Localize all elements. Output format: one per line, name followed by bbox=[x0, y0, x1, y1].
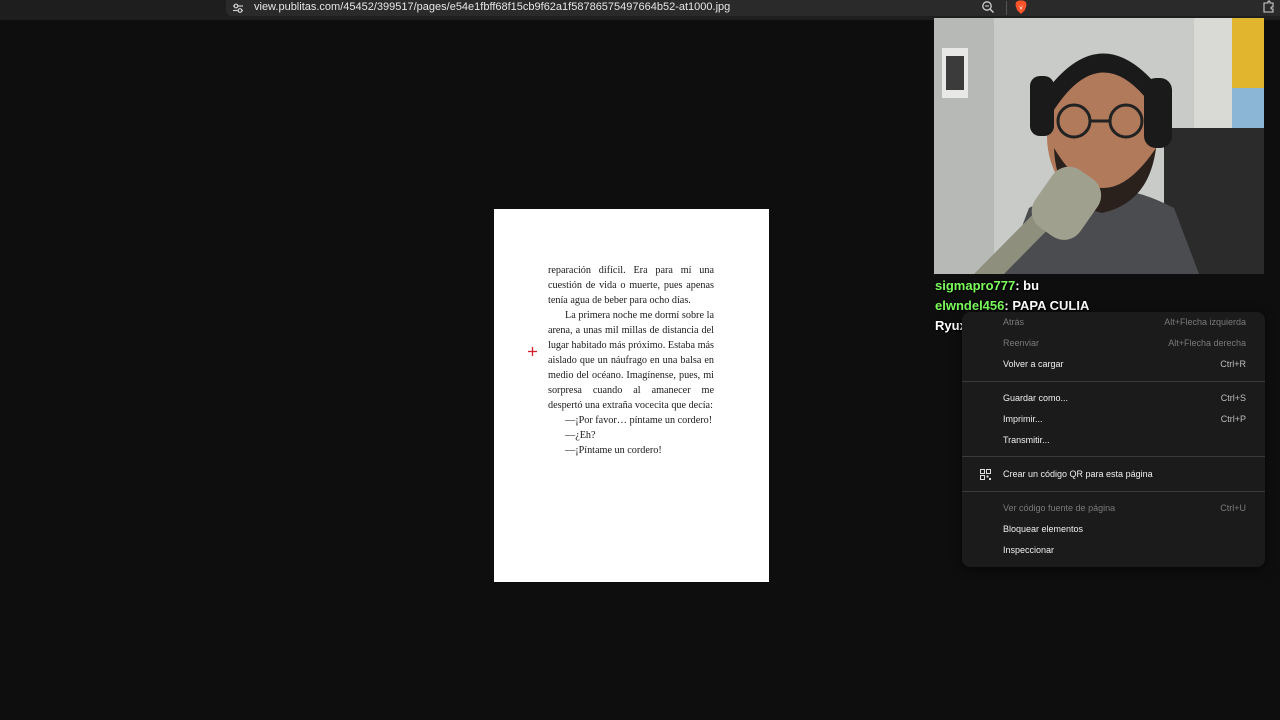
streamer-photo bbox=[934, 18, 1264, 274]
zoom-icon[interactable] bbox=[981, 0, 995, 14]
qr-code-icon bbox=[980, 469, 991, 480]
menu-divider bbox=[962, 491, 1265, 492]
chat-message: sigmapro777: bu bbox=[935, 276, 1089, 296]
menu-item-label: Guardar como... bbox=[1003, 393, 1069, 403]
chat-username: elwndel456 bbox=[935, 298, 1005, 313]
menu-item-label: Reenviar bbox=[1003, 338, 1040, 348]
book-page: reparación difícil. Era para mí una cues… bbox=[494, 209, 769, 582]
chat-text: PAPA CULIA bbox=[1012, 298, 1090, 313]
chat-username: sigmapro777 bbox=[935, 278, 1016, 293]
chat-text: bu bbox=[1023, 278, 1040, 293]
menu-item-shortcut: Alt+Flecha izquierda bbox=[1164, 317, 1246, 327]
menu-item-label: Bloquear elementos bbox=[1003, 524, 1084, 534]
menu-item-print[interactable]: Imprimir... Ctrl+P bbox=[962, 410, 1265, 430]
menu-divider bbox=[962, 381, 1265, 382]
webcam-overlay bbox=[934, 18, 1264, 274]
extensions-icon[interactable] bbox=[1261, 0, 1275, 14]
url-text[interactable]: view.publitas.com/45452/399517/pages/e54… bbox=[254, 1, 730, 13]
menu-item-back[interactable]: Atrás Alt+Flecha izquierda bbox=[962, 313, 1265, 333]
toolbar-separator bbox=[1006, 1, 1007, 15]
menu-item-label: Crear un código QR para esta página bbox=[1003, 469, 1153, 479]
brave-shields-icon[interactable] bbox=[1014, 0, 1028, 15]
paragraph: La primera noche me dormí sobre la arena… bbox=[548, 310, 714, 411]
menu-item-save-as[interactable]: Guardar como... Ctrl+S bbox=[962, 389, 1265, 409]
menu-item-label: Atrás bbox=[1003, 317, 1025, 327]
menu-item-shortcut: Ctrl+S bbox=[1220, 393, 1246, 403]
menu-item-cast[interactable]: Transmitir... bbox=[962, 431, 1265, 451]
menu-item-view-source[interactable]: Ver código fuente de página Ctrl+U bbox=[962, 499, 1265, 519]
menu-item-label: Imprimir... bbox=[1003, 414, 1043, 424]
page-text: reparación difícil. Era para mí una cues… bbox=[548, 263, 714, 458]
paragraph: —¡Píntame un cordero! bbox=[565, 445, 662, 456]
menu-item-label: Ver código fuente de página bbox=[1003, 503, 1116, 513]
paragraph: —¿Eh? bbox=[565, 430, 596, 441]
menu-item-block-elements[interactable]: Bloquear elementos bbox=[962, 520, 1265, 540]
crosshair-cursor-icon bbox=[528, 347, 537, 356]
menu-item-shortcut: Ctrl+R bbox=[1220, 359, 1246, 369]
browser-top-bar: view.publitas.com/45452/399517/pages/e54… bbox=[0, 0, 1280, 20]
menu-item-label: Inspeccionar bbox=[1003, 545, 1055, 555]
menu-divider bbox=[962, 456, 1265, 457]
menu-item-qr-code[interactable]: Crear un código QR para esta página bbox=[962, 465, 1265, 485]
paragraph: —¡Por favor… píntame un cordero! bbox=[565, 415, 713, 426]
menu-item-reload[interactable]: Volver a cargar Ctrl+R bbox=[962, 355, 1265, 375]
chat-colon: : bbox=[1015, 278, 1024, 293]
menu-item-forward[interactable]: Reenviar Alt+Flecha derecha bbox=[962, 334, 1265, 354]
paragraph: reparación difícil. Era para mí una cues… bbox=[548, 265, 714, 306]
menu-item-shortcut: Ctrl+U bbox=[1220, 503, 1246, 513]
menu-item-label: Transmitir... bbox=[1003, 435, 1050, 445]
menu-item-shortcut: Ctrl+P bbox=[1220, 414, 1246, 424]
context-menu: Atrás Alt+Flecha izquierda Reenviar Alt+… bbox=[962, 312, 1265, 567]
menu-item-shortcut: Alt+Flecha derecha bbox=[1168, 338, 1246, 348]
site-settings-icon[interactable] bbox=[232, 2, 244, 14]
menu-item-label: Volver a cargar bbox=[1003, 359, 1064, 369]
menu-item-inspect[interactable]: Inspeccionar bbox=[962, 541, 1265, 561]
